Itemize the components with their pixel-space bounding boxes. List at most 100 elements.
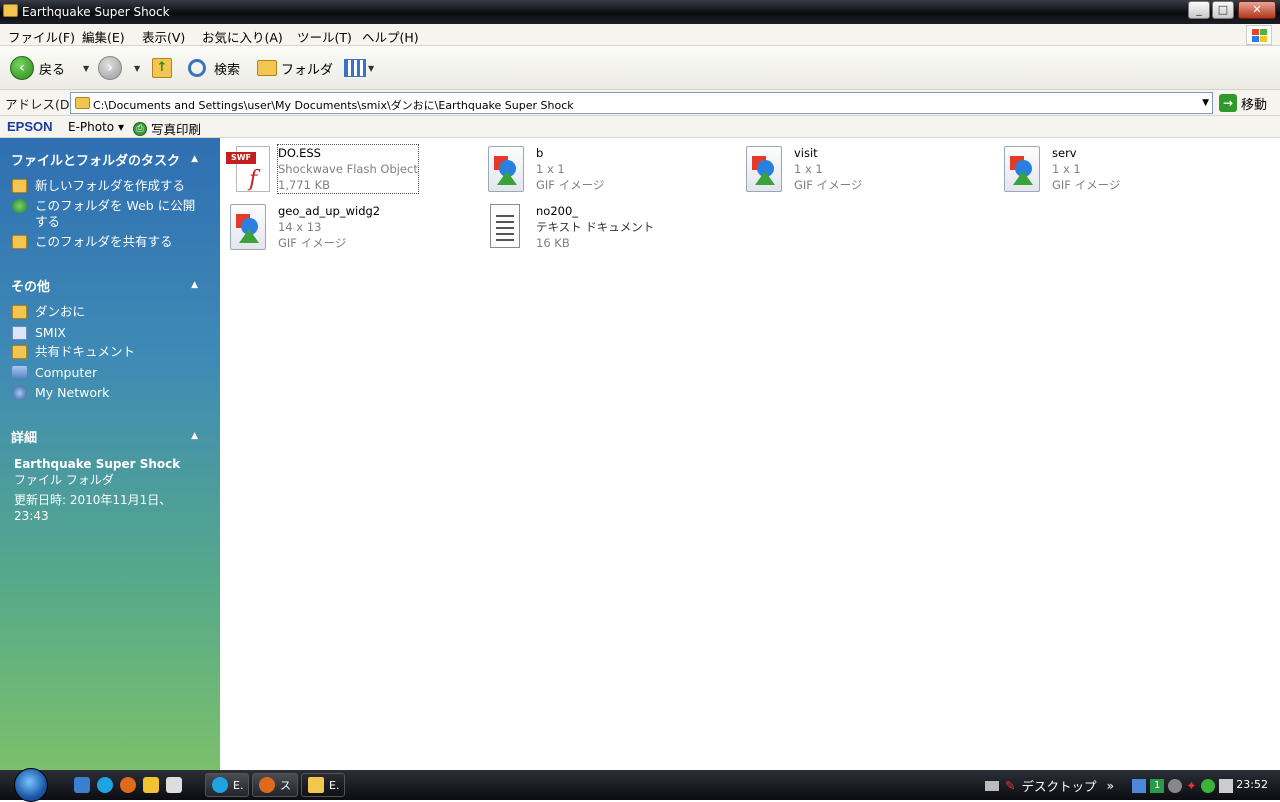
volume-icon[interactable] — [1168, 778, 1183, 793]
new-folder-icon — [12, 179, 27, 193]
file-item[interactable]: b 1 x 1 GIF イメージ — [478, 138, 718, 194]
keyboard-icon[interactable] — [985, 780, 999, 791]
share-folder-link[interactable]: このフォルダを共有する — [12, 234, 173, 250]
security-icon[interactable] — [1200, 778, 1215, 793]
folders-button[interactable]: フォルダ — [257, 56, 333, 80]
swf-icon: f SWF — [226, 146, 270, 194]
flash-tray-icon[interactable]: ✦ — [1186, 778, 1196, 793]
file-item[interactable]: visit 1 x 1 GIF イメージ — [736, 138, 976, 194]
skype-icon[interactable] — [97, 777, 113, 793]
other-place-label: My Network — [35, 385, 110, 400]
folder-icon — [75, 97, 90, 109]
back-button[interactable]: ‹ 戻る ▼ — [10, 56, 89, 80]
photo-print-label: 写真印刷 — [151, 122, 202, 137]
file-item[interactable]: no200_ テキスト ドキュメント 16 KB — [478, 196, 718, 252]
other-place-smix[interactable]: SMIX — [12, 325, 66, 341]
file-item[interactable]: serv 1 x 1 GIF イメージ — [994, 138, 1234, 194]
photo-print-button[interactable]: ⎙ 写真印刷 — [133, 119, 201, 138]
file-type: テキスト ドキュメント — [536, 220, 655, 234]
tasks-heading[interactable]: ファイルとフォルダのタスク — [11, 150, 180, 169]
system-tray: ✎ デスクトップ » 1 ✦ — [985, 776, 1233, 795]
menu-edit[interactable]: 編集(E) — [82, 27, 125, 46]
address-input[interactable]: C:\Documents and Settings\user\My Docume… — [70, 92, 1213, 114]
toolbar: ‹ 戻る ▼ › ▼ ↑ 検索 フォルダ ▼ — [0, 46, 1280, 90]
up-button[interactable]: ↑ — [152, 56, 172, 80]
views-button[interactable]: ▼ — [344, 56, 374, 80]
address-dropdown-icon[interactable]: ▼ — [1202, 98, 1209, 108]
collapse-icon[interactable]: ▲ — [191, 431, 198, 441]
text-icon — [486, 204, 526, 252]
close-button[interactable]: ✕ — [1238, 1, 1276, 19]
gif-icon — [744, 146, 784, 194]
menu-tools[interactable]: ツール(T) — [297, 27, 352, 46]
task-pane: ファイルとフォルダのタスク ▲ 新しいフォルダを作成する このフォルダを Web… — [0, 138, 220, 770]
details-name: Earthquake Super Shock — [14, 457, 181, 471]
back-dropdown-icon[interactable]: ▼ — [83, 64, 89, 73]
search-button[interactable]: 検索 — [188, 56, 240, 80]
folder-icon — [308, 777, 324, 793]
folders-label: フォルダ — [281, 62, 334, 78]
title-bar[interactable]: Earthquake Super Shock _ □ ✕ — [0, 0, 1280, 24]
epson-logo: EPSON — [7, 119, 53, 134]
other-place-label: ダンおに — [35, 304, 86, 319]
explorer-window: Earthquake Super Shock _ □ ✕ ファイル(F) 編集(… — [0, 0, 1280, 770]
clock[interactable]: 23:52 — [1236, 778, 1268, 791]
file-name: visit — [794, 146, 818, 160]
menu-file[interactable]: ファイル(F) — [8, 27, 75, 46]
other-place-network[interactable]: My Network — [12, 385, 109, 401]
ime-icon[interactable]: 1 — [1150, 778, 1165, 793]
file-name: geo_ad_up_widg2 — [278, 204, 381, 218]
other-place-shared-docs[interactable]: 共有ドキュメント — [12, 344, 135, 360]
collapse-icon[interactable]: ▲ — [191, 280, 198, 290]
details-type: ファイル フォルダ — [14, 473, 114, 487]
other-place-label: Computer — [35, 365, 98, 380]
details-heading[interactable]: 詳細 — [11, 427, 37, 446]
publish-web-link[interactable]: このフォルダを Web に公開する — [12, 198, 202, 230]
folder-icon — [12, 326, 27, 340]
file-type: GIF イメージ — [794, 178, 863, 192]
epson-toolbar: EPSON E-Photo ▾ ⎙ 写真印刷 — [0, 116, 1280, 138]
pen-icon[interactable]: ✎ — [1005, 778, 1015, 793]
maximize-button[interactable]: □ — [1212, 1, 1234, 19]
forward-button[interactable]: › ▼ — [98, 56, 140, 80]
task-explorer[interactable]: E. — [301, 773, 345, 797]
collapse-icon[interactable]: ▲ — [191, 154, 198, 164]
minimize-button[interactable]: _ — [1188, 1, 1210, 19]
tray-chevron-icon[interactable]: » — [1107, 778, 1115, 793]
file-type: GIF イメージ — [536, 178, 605, 192]
taskbar: E. ス E. ✎ デスクトップ » 1 ✦ 23:52 — [0, 768, 1280, 802]
paint-icon[interactable] — [166, 777, 182, 793]
go-button[interactable]: → 移動 — [1219, 93, 1267, 113]
file-item[interactable]: geo_ad_up_widg2 14 x 13 GIF イメージ — [220, 196, 460, 252]
task-firefox[interactable]: ス — [252, 773, 298, 797]
views-dropdown-icon: ▼ — [368, 63, 375, 73]
other-place-danoni[interactable]: ダンおに — [12, 304, 85, 320]
folders-icon — [257, 60, 277, 76]
new-folder-link[interactable]: 新しいフォルダを作成する — [12, 178, 185, 194]
desktop-toolbar-label[interactable]: デスクトップ — [1021, 776, 1096, 795]
menu-view[interactable]: 表示(V) — [142, 27, 185, 46]
network-tray-icon[interactable] — [1132, 778, 1147, 793]
menu-help[interactable]: ヘルプ(H) — [362, 27, 419, 46]
forward-dropdown-icon[interactable]: ▼ — [134, 64, 140, 73]
other-place-computer[interactable]: Computer — [12, 365, 97, 381]
task-label: ス — [280, 779, 291, 792]
file-size: 1,771 KB — [278, 178, 331, 192]
app-tray-icon[interactable] — [1218, 778, 1233, 793]
gif-icon — [486, 146, 526, 194]
other-places-heading[interactable]: その他 — [11, 276, 50, 295]
file-type: GIF イメージ — [278, 236, 347, 250]
start-button[interactable] — [14, 768, 48, 802]
go-label: 移動 — [1241, 97, 1268, 113]
menu-favorites[interactable]: お気に入り(A) — [202, 27, 283, 46]
show-desktop-icon[interactable] — [74, 777, 90, 793]
mail-icon[interactable] — [143, 777, 159, 793]
file-type: GIF イメージ — [1052, 178, 1121, 192]
file-dimensions: 1 x 1 — [536, 162, 565, 176]
address-path: C:\Documents and Settings\user\My Docume… — [93, 99, 574, 112]
firefox-icon[interactable] — [120, 777, 136, 793]
ephoto-dropdown[interactable]: E-Photo ▾ — [68, 120, 124, 134]
task-skype[interactable]: E. — [205, 773, 249, 797]
file-name: no200_ — [536, 204, 579, 218]
file-item[interactable]: f SWF DO.ESS Shockwave Flash Object 1,77… — [220, 138, 460, 194]
